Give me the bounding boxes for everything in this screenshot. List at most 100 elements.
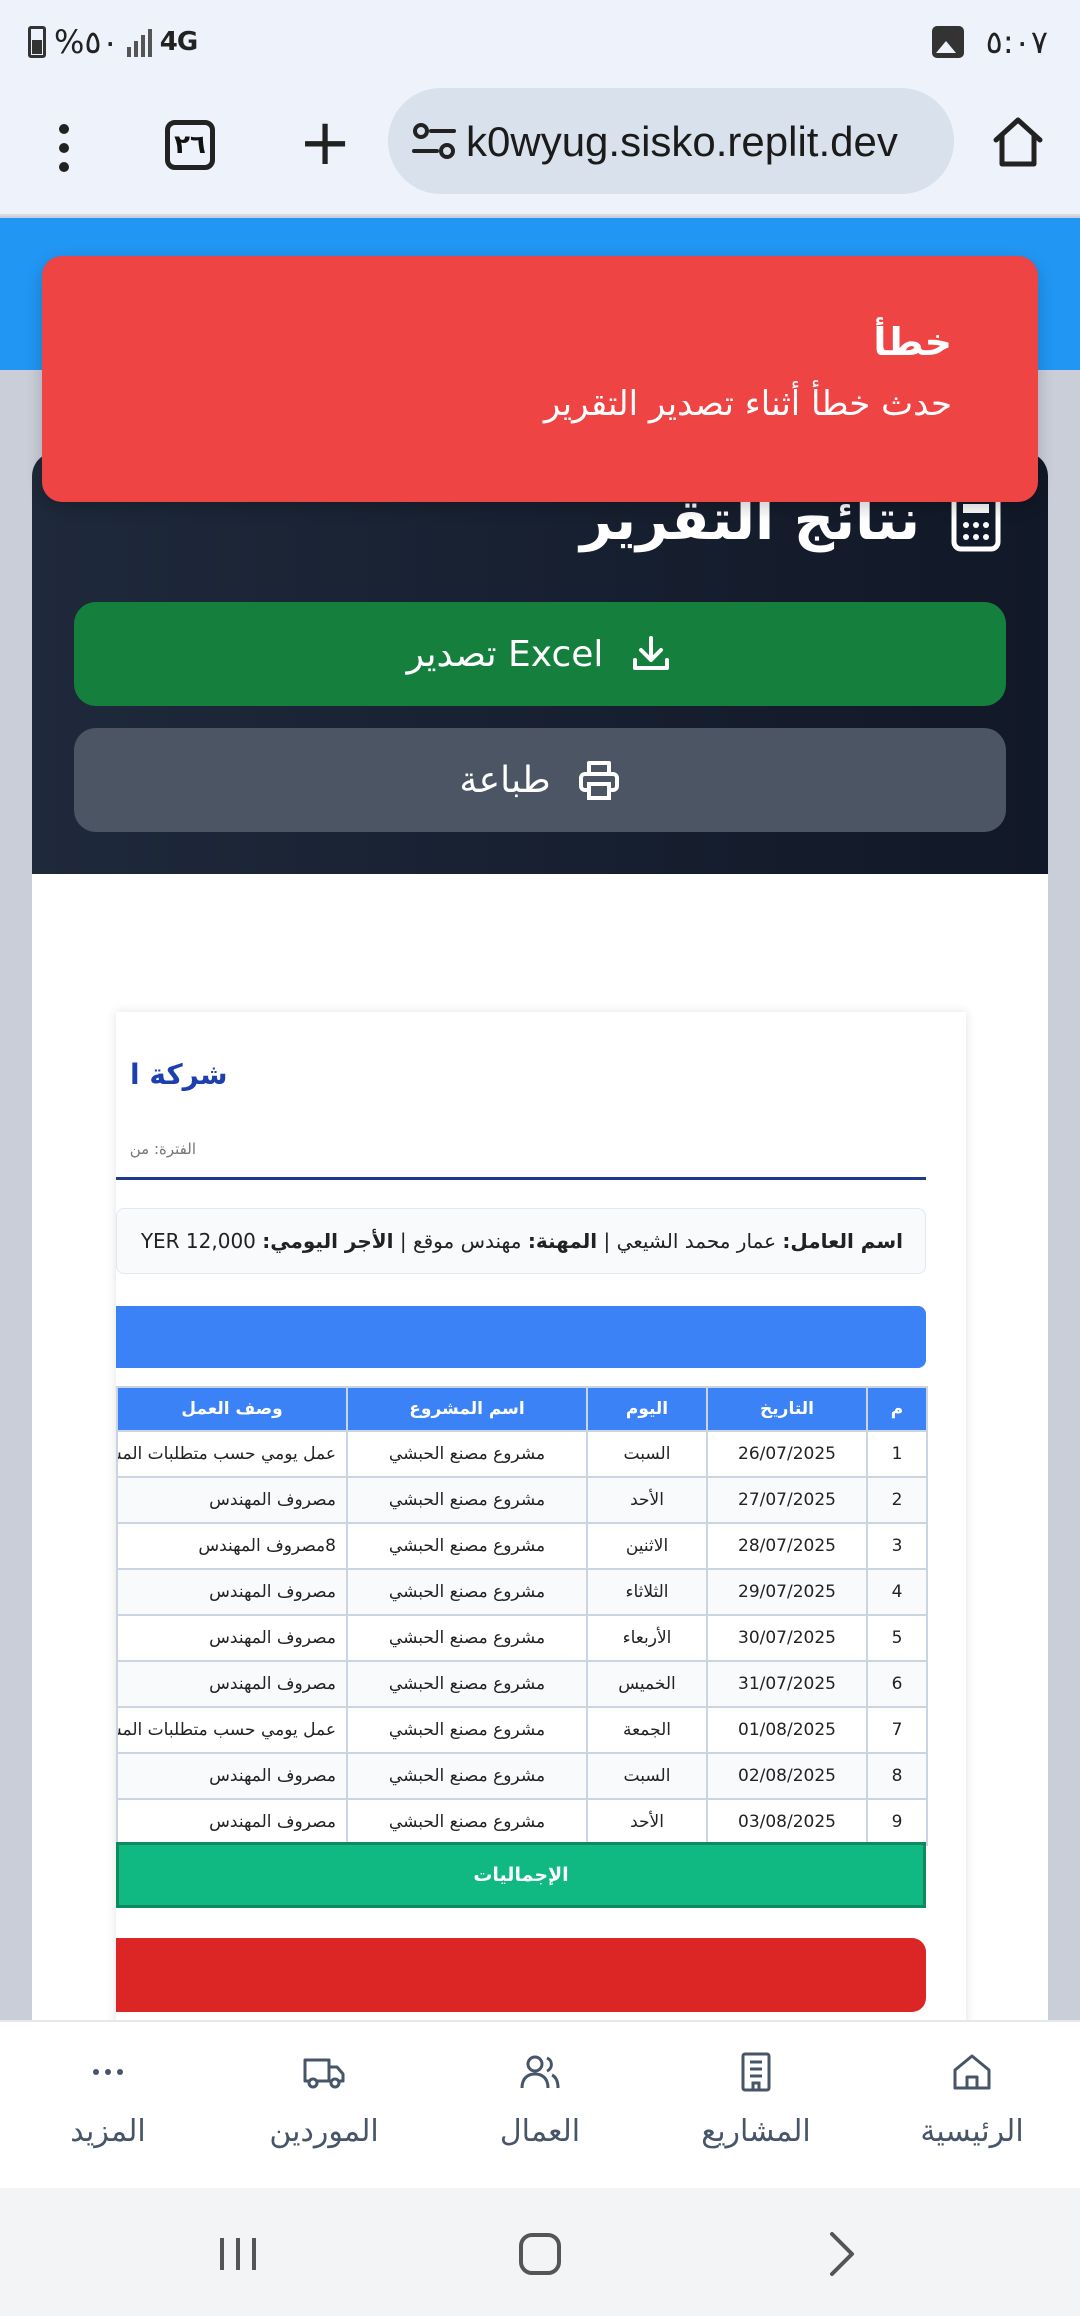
row-day: الاثنين <box>586 1522 708 1570</box>
export-excel-button[interactable]: تصدير Excel <box>74 602 1006 706</box>
nav-label-workers: العمال <box>499 2114 581 2149</box>
column-header: اسم المشروع <box>346 1386 588 1432</box>
address-bar[interactable]: k0wyug.sisko.replit.dev <box>388 88 954 194</box>
download-icon <box>633 636 670 670</box>
table-header-row: م التاريخ اليوم اسم المشروع وصف العمل <box>116 1386 928 1432</box>
row-description: مصروف المهندس <box>116 1752 348 1800</box>
recent-apps-icon[interactable] <box>208 2224 268 2284</box>
section-header-bar <box>116 1306 926 1368</box>
totals-label: الإجماليات <box>473 1864 569 1886</box>
table-row: 3 28/07/2025 الاثنين مشروع مصنع الحبشي 8… <box>116 1522 928 1570</box>
row-date: 31/07/2025 <box>706 1660 868 1708</box>
signal-icon <box>126 27 152 57</box>
print-button[interactable]: طباعة <box>74 728 1006 832</box>
deductions-bar <box>116 1938 926 2012</box>
row-number: 4 <box>866 1568 928 1616</box>
row-project: مشروع مصنع الحبشي <box>346 1798 588 1846</box>
row-project: مشروع مصنع الحبشي <box>346 1752 588 1800</box>
nav-label-home: الرئيسية <box>920 2114 1024 2149</box>
row-day: الأحد <box>586 1798 708 1846</box>
table-row: 2 27/07/2025 الأحد مشروع مصنع الحبشي مصر… <box>116 1476 928 1524</box>
profession: مهندس موقع <box>412 1229 522 1253</box>
divider <box>116 1177 926 1180</box>
row-date: 02/08/2025 <box>706 1752 868 1800</box>
plus-icon[interactable]: + <box>292 111 358 178</box>
nav-item-more[interactable]: المزيد <box>0 2022 216 2188</box>
nav-item-suppliers[interactable]: الموردين <box>216 2022 432 2188</box>
daily-wage: YER 12,000 <box>140 1229 256 1253</box>
back-icon[interactable] <box>812 2224 872 2284</box>
table-row: 5 30/07/2025 الأربعاء مشروع مصنع الحبشي … <box>116 1614 928 1662</box>
daily-wage-label: الأجر اليومي: <box>262 1229 394 1253</box>
table-row: 9 03/08/2025 الأحد مشروع مصنع الحبشي مصر… <box>116 1798 928 1846</box>
row-project: مشروع مصنع الحبشي <box>346 1660 588 1708</box>
row-day: السبت <box>586 1752 708 1800</box>
printer-icon <box>578 761 619 800</box>
row-day: الخميس <box>586 1660 708 1708</box>
row-date: 28/07/2025 <box>706 1522 868 1570</box>
row-day: الجمعة <box>586 1706 708 1754</box>
row-project: مشروع مصنع الحبشي <box>346 1430 588 1478</box>
menu-dots-icon[interactable] <box>40 116 88 180</box>
status-bar: %٥٠ 4G ٥:٠٧ <box>0 0 1080 84</box>
results-card: نتائج التقرير تصدير Excel طباعة شركة ا ا… <box>32 452 1048 2052</box>
nav-label-suppliers: الموردين <box>269 2114 379 2149</box>
column-header: اليوم <box>586 1386 708 1432</box>
row-number: 9 <box>866 1798 928 1846</box>
row-description: مصروف المهندس <box>116 1476 348 1524</box>
row-project: مشروع مصنع الحبشي <box>346 1568 588 1616</box>
worker-name: عمار محمد الشيعي <box>616 1229 777 1253</box>
row-description: مصروف المهندس <box>116 1568 348 1616</box>
report-period: الفترة: من <box>129 1140 196 1158</box>
home-icon <box>953 2054 991 2090</box>
bottom-nav: الرئيسية المشاريع العمال الموردين المزيد <box>0 2020 1080 2188</box>
totals-bar: الإجماليات <box>116 1842 926 1908</box>
table-row: 4 29/07/2025 الثلاثاء مشروع مصنع الحبشي … <box>116 1568 928 1616</box>
row-number: 7 <box>866 1706 928 1754</box>
site-settings-icon[interactable] <box>412 121 456 161</box>
table-row: 6 31/07/2025 الخميس مشروع مصنع الحبشي مص… <box>116 1660 928 1708</box>
row-description: 8مصروف المهندس <box>116 1522 348 1570</box>
users-icon <box>520 2055 560 2089</box>
nav-item-projects[interactable]: المشاريع <box>648 2022 864 2188</box>
row-number: 5 <box>866 1614 928 1662</box>
table-row: 1 26/07/2025 السبت مشروع مصنع الحبشي عمل… <box>116 1430 928 1478</box>
home-icon[interactable] <box>990 114 1046 170</box>
attendance-table: م التاريخ اليوم اسم المشروع وصف العمل 1 … <box>116 1386 928 1846</box>
row-date: 27/07/2025 <box>706 1476 868 1524</box>
worker-info: اسم العامل: عمار محمد الشيعي | المهنة: م… <box>116 1208 926 1274</box>
toast-message: حدث خطأ أثناء تصدير التقرير <box>543 384 952 424</box>
results-header: نتائج التقرير تصدير Excel طباعة <box>32 452 1048 874</box>
error-toast[interactable]: خطأ حدث خطأ أثناء تصدير التقرير <box>42 256 1038 502</box>
row-description: عمل يومي حسب متطلبات المشروع <box>116 1706 348 1754</box>
nav-item-workers[interactable]: العمال <box>432 2022 648 2188</box>
row-description: مصروف المهندس <box>116 1614 348 1662</box>
battery-icon <box>28 26 46 58</box>
profession-label: المهنة: <box>527 1229 598 1253</box>
gallery-icon <box>931 26 964 58</box>
row-number: 8 <box>866 1752 928 1800</box>
browser-toolbar: ٢٦ + k0wyug.sisko.replit.dev <box>0 84 1080 216</box>
column-header: التاريخ <box>706 1386 868 1432</box>
more-icon <box>93 2069 123 2075</box>
row-date: 29/07/2025 <box>706 1568 868 1616</box>
row-project: مشروع مصنع الحبشي <box>346 1522 588 1570</box>
report-preview[interactable]: شركة ا الفترة: من اسم العامل: عمار محمد … <box>116 1012 966 2052</box>
company-name: شركة ا <box>130 1058 226 1091</box>
home-system-icon[interactable] <box>510 2224 570 2284</box>
tabs-button[interactable]: ٢٦ <box>165 120 215 170</box>
row-number: 1 <box>866 1430 928 1478</box>
url-text: k0wyug.sisko.replit.dev <box>466 118 898 165</box>
status-right: ٥:٠٧ <box>931 20 1048 64</box>
row-project: مشروع مصنع الحبشي <box>346 1706 588 1754</box>
column-header: م <box>866 1386 928 1432</box>
clock: ٥:٠٧ <box>985 23 1048 61</box>
row-project: مشروع مصنع الحبشي <box>346 1476 588 1524</box>
nav-item-home[interactable]: الرئيسية <box>864 2022 1080 2188</box>
row-description: مصروف المهندس <box>116 1660 348 1708</box>
row-day: الأربعاء <box>586 1614 708 1662</box>
row-number: 3 <box>866 1522 928 1570</box>
row-project: مشروع مصنع الحبشي <box>346 1614 588 1662</box>
table-row: 7 01/08/2025 الجمعة مشروع مصنع الحبشي عم… <box>116 1706 928 1754</box>
worker-label: اسم العامل: <box>782 1229 903 1253</box>
